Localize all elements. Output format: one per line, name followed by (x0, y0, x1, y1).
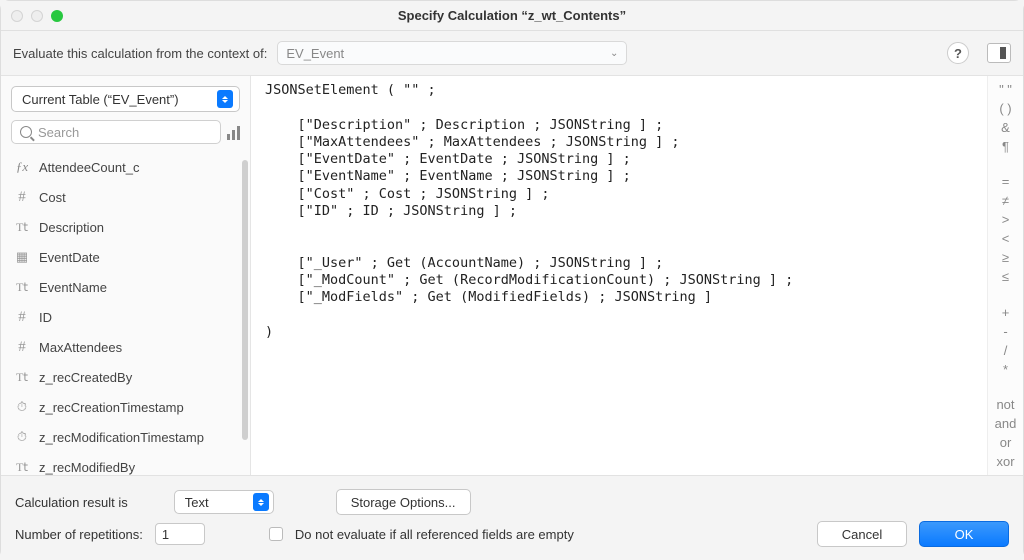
field-list-item[interactable]: # Cost (1, 182, 250, 212)
operator-button[interactable]: * (1003, 362, 1008, 377)
context-table-value: EV_Event (286, 46, 344, 61)
operator-button[interactable]: ( ) (999, 101, 1011, 116)
field-label: EventDate (39, 250, 100, 265)
cal-icon: ▦ (13, 249, 31, 265)
cancel-button[interactable]: Cancel (817, 521, 907, 547)
operator-button[interactable]: or (1000, 435, 1012, 450)
chevron-updown-icon: ⌄ (610, 48, 618, 59)
field-label: z_recCreatedBy (39, 370, 132, 385)
operator-button[interactable]: ≥ (1002, 250, 1009, 265)
current-table-value: Current Table (“EV_Event”) (22, 92, 179, 107)
repetitions-label: Number of repetitions: (15, 527, 143, 542)
field-label: EventName (39, 280, 107, 295)
field-label: z_recModificationTimestamp (39, 430, 204, 445)
field-search-input[interactable]: Search (11, 120, 221, 144)
operator-button[interactable]: > (1002, 212, 1010, 227)
operator-button[interactable]: - (1003, 324, 1007, 339)
field-list-item[interactable]: # ID (1, 302, 250, 332)
field-list-item[interactable]: ⏱ z_recCreationTimestamp (1, 392, 250, 422)
hash-icon: # (13, 189, 31, 206)
field-label: MaxAttendees (39, 340, 122, 355)
operator-button[interactable]: / (1004, 343, 1008, 358)
operator-button[interactable]: + (1002, 305, 1010, 320)
operator-button[interactable]: = (1002, 174, 1010, 189)
field-list-item[interactable]: T𝗍 z_recModifiedBy (1, 452, 250, 475)
calculation-editor[interactable]: JSONSetElement ( "" ; ["Description" ; D… (251, 76, 987, 475)
tt-icon: T𝗍 (13, 280, 31, 295)
tt-icon: T𝗍 (13, 460, 31, 475)
fx-icon: ƒx (13, 159, 31, 175)
tt-icon: T𝗍 (13, 220, 31, 235)
window-title: Specify Calculation “z_wt_Contents” (1, 8, 1023, 23)
field-label: z_recModifiedBy (39, 460, 135, 475)
result-type-select[interactable]: Text (174, 490, 274, 514)
field-label: AttendeeCount_c (39, 160, 139, 175)
field-list-item[interactable]: ƒx AttendeeCount_c (1, 152, 250, 182)
operator-button[interactable]: not (996, 397, 1014, 412)
operator-button[interactable]: ≤ (1002, 269, 1009, 284)
field-list-item[interactable]: T𝗍 Description (1, 212, 250, 242)
context-table-select[interactable]: EV_Event ⌄ (277, 41, 627, 65)
tt-icon: T𝗍 (13, 370, 31, 385)
result-type-value: Text (185, 495, 209, 510)
field-label: z_recCreationTimestamp (39, 400, 184, 415)
maximize-window-button[interactable] (51, 10, 63, 22)
sidebar-scrollbar[interactable] (242, 160, 248, 440)
operator-button[interactable]: < (1002, 231, 1010, 246)
operator-button[interactable]: " " (999, 82, 1012, 97)
operator-button[interactable]: ≠ (1002, 193, 1009, 208)
hash-icon: # (13, 339, 31, 356)
field-list-item[interactable]: T𝗍 EventName (1, 272, 250, 302)
operator-button[interactable]: xor (996, 454, 1014, 469)
field-label: Description (39, 220, 104, 235)
help-button[interactable]: ? (947, 42, 969, 64)
result-type-label: Calculation result is (15, 495, 128, 510)
field-list-item[interactable]: ▦ EventDate (1, 242, 250, 272)
field-label: Cost (39, 190, 66, 205)
operator-button[interactable]: and (995, 416, 1017, 431)
ok-label: OK (955, 527, 974, 542)
hash-icon: # (13, 309, 31, 326)
sort-icon[interactable] (227, 124, 240, 140)
cancel-label: Cancel (842, 527, 882, 542)
field-list-item[interactable]: # MaxAttendees (1, 332, 250, 362)
do-not-evaluate-label: Do not evaluate if all referenced fields… (295, 527, 574, 542)
operator-rail: " " ( ) & ¶ = ≠ > < ≥ ≤ + - / * not and or xor (987, 76, 1023, 475)
clock-icon: ⏱ (13, 399, 31, 415)
chevron-updown-icon (253, 493, 269, 511)
search-icon (20, 126, 32, 138)
storage-options-label: Storage Options... (351, 495, 456, 510)
help-icon: ? (954, 46, 962, 61)
context-label: Evaluate this calculation from the conte… (13, 46, 267, 61)
repetitions-input[interactable]: 1 (155, 523, 205, 545)
current-table-select[interactable]: Current Table (“EV_Event”) (11, 86, 240, 112)
field-list-item[interactable]: T𝗍 z_recCreatedBy (1, 362, 250, 392)
search-placeholder: Search (38, 125, 79, 140)
operator-button[interactable]: & (1001, 120, 1010, 135)
ok-button[interactable]: OK (919, 521, 1009, 547)
clock-icon: ⏱ (13, 429, 31, 445)
do-not-evaluate-checkbox[interactable] (269, 527, 283, 541)
field-label: ID (39, 310, 52, 325)
repetitions-value: 1 (162, 527, 169, 542)
operator-button[interactable]: ¶ (1002, 139, 1009, 154)
chevron-updown-icon (217, 90, 233, 108)
close-window-button[interactable] (11, 10, 23, 22)
minimize-window-button[interactable] (31, 10, 43, 22)
toggle-layout-button[interactable] (987, 43, 1011, 63)
storage-options-button[interactable]: Storage Options... (336, 489, 471, 515)
field-list-item[interactable]: ⏱ z_recModificationTimestamp (1, 422, 250, 452)
